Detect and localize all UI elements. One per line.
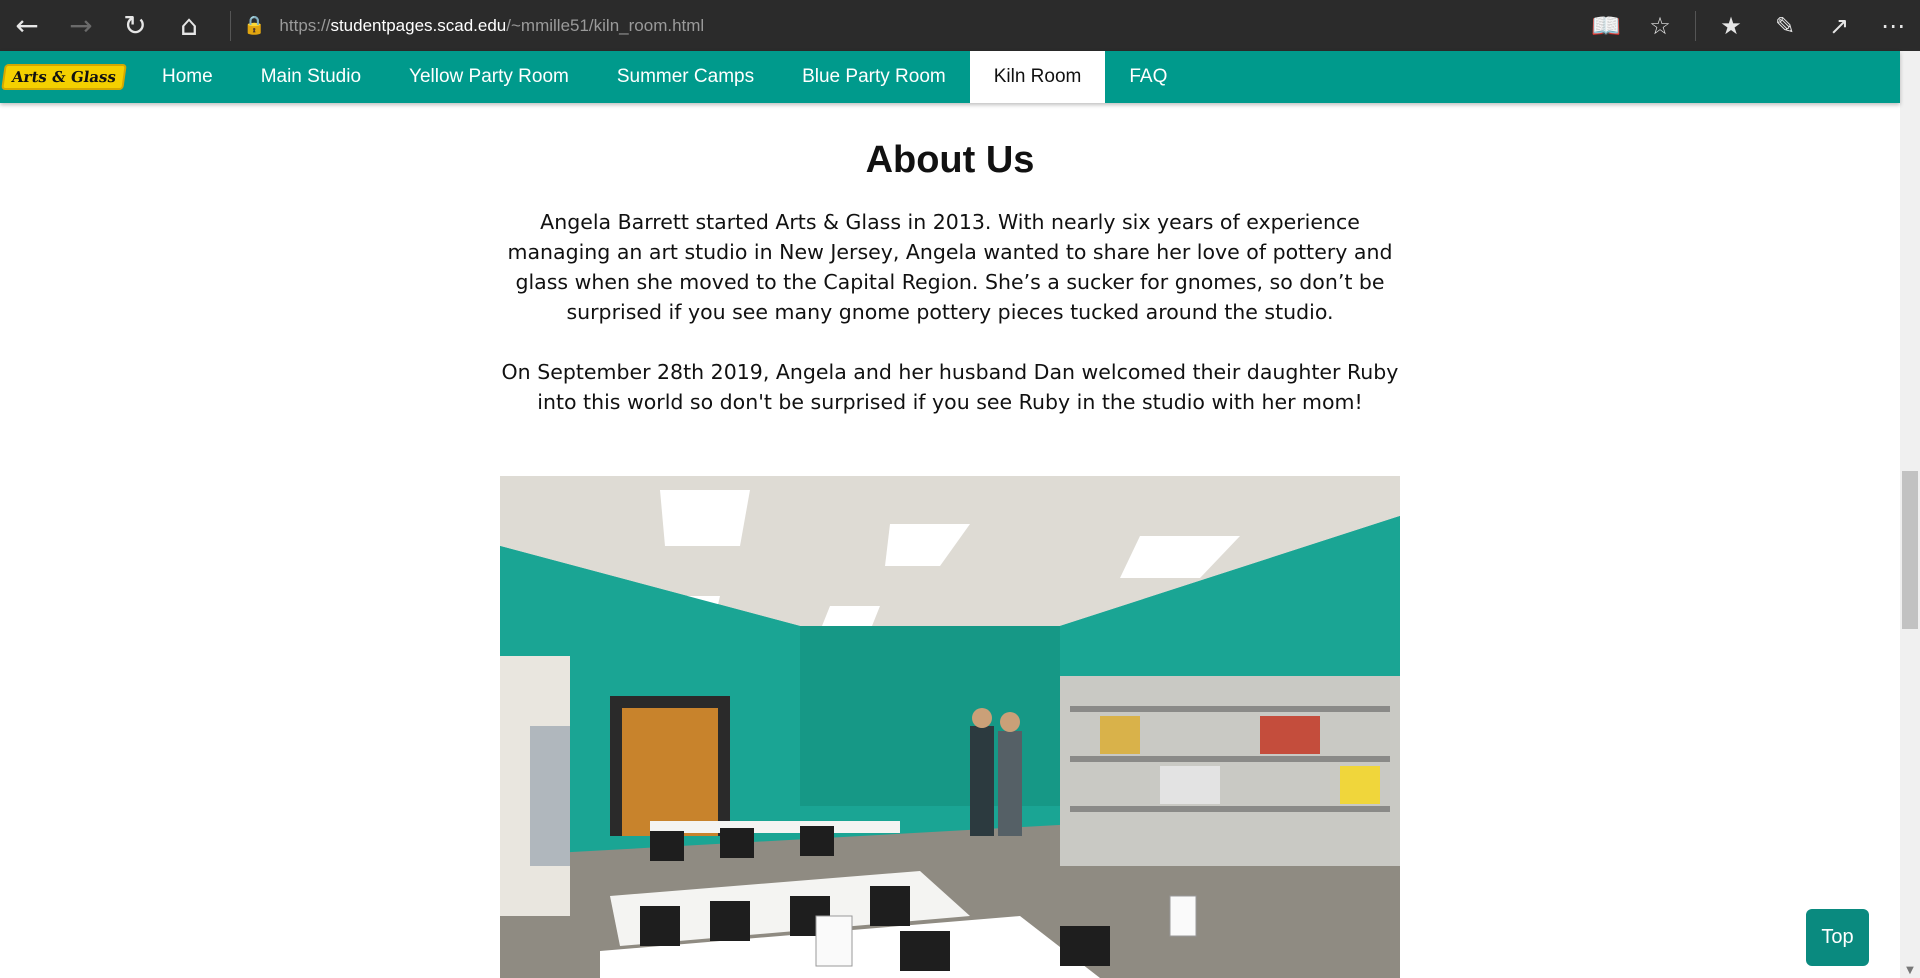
about-paragraph-2: On September 28th 2019, Angela and her h… [501,360,1399,414]
main-content: About Us Angela Barrett started Arts & G… [0,103,1900,978]
url-path: /~mmille51/kiln_room.html [506,15,705,35]
toolbar-divider [230,10,231,41]
back-to-top-button[interactable]: Top [1806,909,1869,966]
nav-summer-camps[interactable]: Summer Camps [593,51,778,103]
url-scheme: https:// [279,15,331,35]
pen-icon[interactable]: ✎ [1758,0,1812,51]
about-paragraph-1: Angela Barrett started Arts & Glass in 2… [507,210,1393,324]
home-icon[interactable]: ⌂ [162,0,216,51]
address-bar[interactable]: https://studentpages.scad.edu/~mmille51/… [279,16,704,36]
url-host: studentpages.scad.edu [330,15,507,35]
star-icon[interactable]: ☆ [1633,0,1687,51]
back-arrow-icon[interactable]: ← [0,0,54,51]
favorites-list-icon[interactable]: ★ [1704,0,1758,51]
site-navbar: Arts & Glass Home Main Studio Yellow Par… [0,51,1900,103]
logo-text: Arts & Glass [1,64,127,90]
nav-blue-party-room[interactable]: Blue Party Room [778,51,970,103]
nav-home[interactable]: Home [138,51,237,103]
browser-toolbar: ← → ↻ ⌂ 🔒 https://studentpages.scad.edu/… [0,0,1920,51]
page-title: About Us [865,139,1035,181]
page-scrollbar[interactable]: ▼ [1900,51,1920,978]
forward-arrow-icon[interactable]: → [54,0,108,51]
share-icon[interactable]: ↗ [1812,0,1866,51]
more-icon[interactable]: ⋯ [1866,0,1920,51]
nav-main-studio[interactable]: Main Studio [237,51,385,103]
nav-kiln-room[interactable]: Kiln Room [969,51,1106,103]
studio-photo [500,476,1400,978]
reading-view-icon[interactable]: 📖 [1579,0,1633,51]
nav-yellow-party-room[interactable]: Yellow Party Room [385,51,593,103]
site-logo[interactable]: Arts & Glass [1,51,127,103]
lock-icon[interactable]: 🔒 [243,15,265,36]
toolbar-divider [1695,10,1696,41]
refresh-icon[interactable]: ↻ [108,0,162,51]
studio-photo-illustration [500,476,1400,978]
scroll-down-icon[interactable]: ▼ [1900,965,1920,976]
scrollbar-thumb[interactable] [1902,471,1918,629]
nav-faq[interactable]: FAQ [1105,51,1191,103]
